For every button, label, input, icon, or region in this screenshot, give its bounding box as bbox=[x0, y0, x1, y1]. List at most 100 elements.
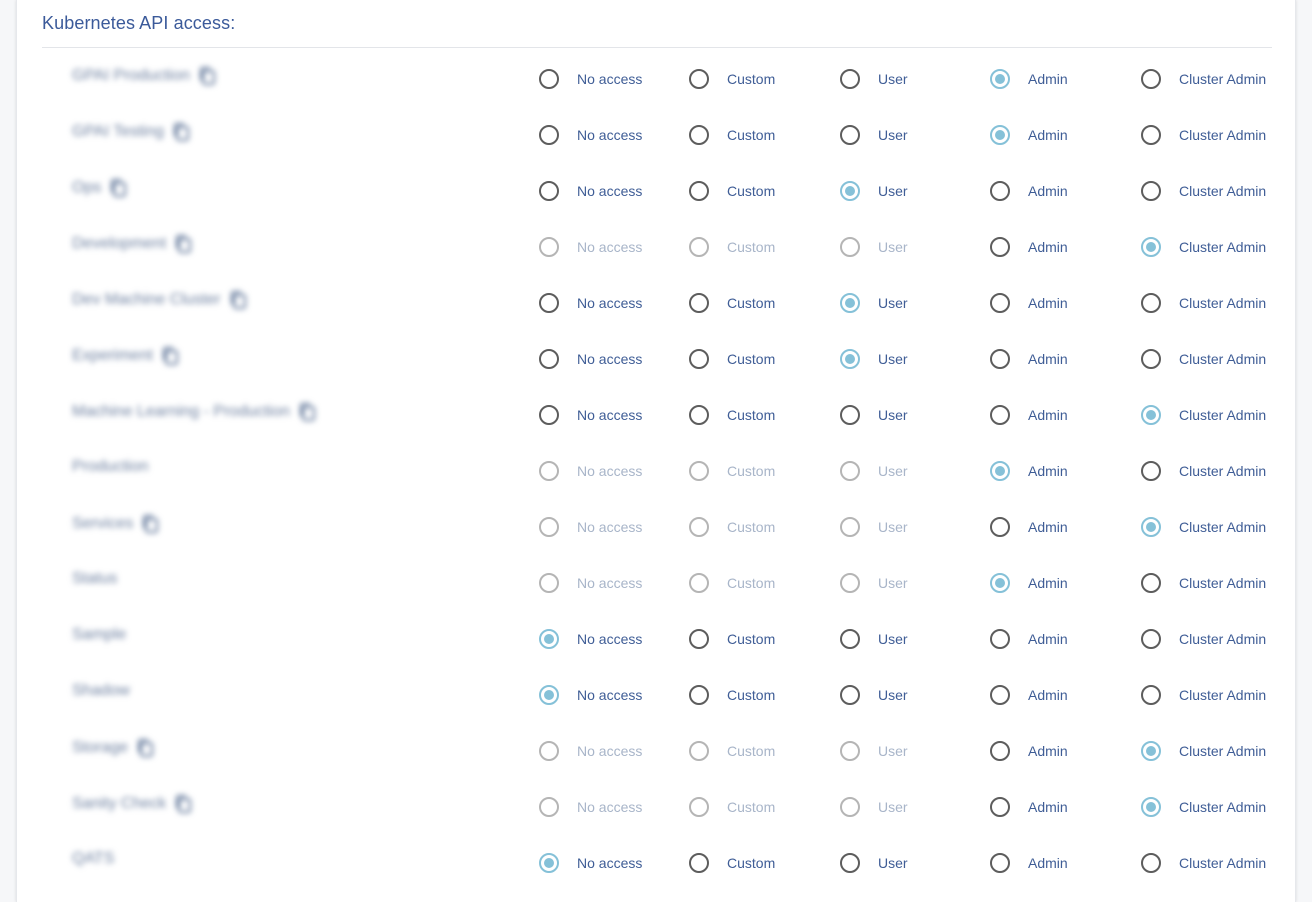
radio-option-no-access[interactable]: No access bbox=[539, 684, 642, 706]
radio-option-user[interactable]: User bbox=[840, 292, 908, 314]
radio-button-custom[interactable] bbox=[689, 125, 709, 145]
radio-button-admin[interactable] bbox=[990, 461, 1010, 481]
radio-option-cluster-admin[interactable]: Cluster Admin bbox=[1141, 796, 1266, 818]
radio-option-admin[interactable]: Admin bbox=[990, 236, 1068, 258]
radio-button-cluster-admin[interactable] bbox=[1141, 853, 1161, 873]
radio-option-user[interactable]: User bbox=[840, 628, 908, 650]
radio-button-cluster-admin[interactable] bbox=[1141, 349, 1161, 369]
radio-button-user[interactable] bbox=[840, 181, 860, 201]
radio-button-cluster-admin[interactable] bbox=[1141, 405, 1161, 425]
copy-icon[interactable] bbox=[174, 234, 192, 254]
radio-option-custom[interactable]: Custom bbox=[689, 180, 775, 202]
radio-option-no-access[interactable]: No access bbox=[539, 124, 642, 146]
radio-button-user[interactable] bbox=[840, 853, 860, 873]
radio-button-no-access[interactable] bbox=[539, 293, 559, 313]
radio-option-custom[interactable]: Custom bbox=[689, 684, 775, 706]
radio-option-no-access[interactable]: No access bbox=[539, 180, 642, 202]
radio-button-cluster-admin[interactable] bbox=[1141, 517, 1161, 537]
radio-option-admin[interactable]: Admin bbox=[990, 852, 1068, 874]
radio-option-no-access[interactable]: No access bbox=[539, 628, 642, 650]
radio-option-cluster-admin[interactable]: Cluster Admin bbox=[1141, 348, 1266, 370]
copy-icon[interactable] bbox=[174, 794, 192, 814]
radio-option-admin[interactable]: Admin bbox=[990, 180, 1068, 202]
radio-button-custom[interactable] bbox=[689, 853, 709, 873]
radio-button-custom[interactable] bbox=[689, 293, 709, 313]
radio-button-admin[interactable] bbox=[990, 853, 1010, 873]
radio-option-user[interactable]: User bbox=[840, 180, 908, 202]
radio-button-custom[interactable] bbox=[689, 629, 709, 649]
radio-button-cluster-admin[interactable] bbox=[1141, 125, 1161, 145]
radio-button-cluster-admin[interactable] bbox=[1141, 685, 1161, 705]
radio-option-cluster-admin[interactable]: Cluster Admin bbox=[1141, 516, 1266, 538]
copy-icon[interactable] bbox=[198, 66, 216, 86]
copy-icon[interactable] bbox=[172, 122, 190, 142]
radio-option-user[interactable]: User bbox=[840, 404, 908, 426]
radio-button-cluster-admin[interactable] bbox=[1141, 293, 1161, 313]
radio-button-user[interactable] bbox=[840, 125, 860, 145]
radio-option-cluster-admin[interactable]: Cluster Admin bbox=[1141, 628, 1266, 650]
radio-button-admin[interactable] bbox=[990, 125, 1010, 145]
radio-button-cluster-admin[interactable] bbox=[1141, 237, 1161, 257]
radio-button-no-access[interactable] bbox=[539, 349, 559, 369]
radio-option-admin[interactable]: Admin bbox=[990, 572, 1068, 594]
radio-option-custom[interactable]: Custom bbox=[689, 852, 775, 874]
radio-option-user[interactable]: User bbox=[840, 68, 908, 90]
radio-button-cluster-admin[interactable] bbox=[1141, 741, 1161, 761]
radio-option-cluster-admin[interactable]: Cluster Admin bbox=[1141, 684, 1266, 706]
radio-button-admin[interactable] bbox=[990, 797, 1010, 817]
radio-button-cluster-admin[interactable] bbox=[1141, 573, 1161, 593]
radio-option-user[interactable]: User bbox=[840, 348, 908, 370]
radio-button-admin[interactable] bbox=[990, 517, 1010, 537]
radio-option-custom[interactable]: Custom bbox=[689, 68, 775, 90]
radio-option-no-access[interactable]: No access bbox=[539, 68, 642, 90]
radio-option-admin[interactable]: Admin bbox=[990, 740, 1068, 762]
radio-button-admin[interactable] bbox=[990, 349, 1010, 369]
radio-button-no-access[interactable] bbox=[539, 69, 559, 89]
radio-button-custom[interactable] bbox=[689, 685, 709, 705]
radio-button-cluster-admin[interactable] bbox=[1141, 181, 1161, 201]
radio-option-cluster-admin[interactable]: Cluster Admin bbox=[1141, 124, 1266, 146]
radio-option-custom[interactable]: Custom bbox=[689, 348, 775, 370]
radio-button-no-access[interactable] bbox=[539, 405, 559, 425]
radio-option-admin[interactable]: Admin bbox=[990, 516, 1068, 538]
copy-icon[interactable] bbox=[136, 738, 154, 758]
radio-option-admin[interactable]: Admin bbox=[990, 292, 1068, 314]
copy-icon[interactable] bbox=[141, 514, 159, 534]
radio-option-cluster-admin[interactable]: Cluster Admin bbox=[1141, 852, 1266, 874]
radio-button-cluster-admin[interactable] bbox=[1141, 629, 1161, 649]
radio-option-admin[interactable]: Admin bbox=[990, 460, 1068, 482]
radio-button-no-access[interactable] bbox=[539, 629, 559, 649]
radio-button-user[interactable] bbox=[840, 293, 860, 313]
radio-option-admin[interactable]: Admin bbox=[990, 348, 1068, 370]
radio-option-admin[interactable]: Admin bbox=[990, 124, 1068, 146]
radio-button-admin[interactable] bbox=[990, 181, 1010, 201]
radio-option-custom[interactable]: Custom bbox=[689, 404, 775, 426]
radio-option-custom[interactable]: Custom bbox=[689, 292, 775, 314]
radio-button-custom[interactable] bbox=[689, 69, 709, 89]
radio-button-no-access[interactable] bbox=[539, 181, 559, 201]
radio-option-cluster-admin[interactable]: Cluster Admin bbox=[1141, 740, 1266, 762]
radio-option-cluster-admin[interactable]: Cluster Admin bbox=[1141, 292, 1266, 314]
radio-button-custom[interactable] bbox=[689, 349, 709, 369]
radio-button-admin[interactable] bbox=[990, 685, 1010, 705]
copy-icon[interactable] bbox=[298, 402, 316, 422]
radio-option-admin[interactable]: Admin bbox=[990, 684, 1068, 706]
radio-button-admin[interactable] bbox=[990, 741, 1010, 761]
radio-option-no-access[interactable]: No access bbox=[539, 852, 642, 874]
radio-button-user[interactable] bbox=[840, 69, 860, 89]
radio-option-user[interactable]: User bbox=[840, 124, 908, 146]
radio-option-no-access[interactable]: No access bbox=[539, 292, 642, 314]
radio-option-no-access[interactable]: No access bbox=[539, 348, 642, 370]
radio-button-cluster-admin[interactable] bbox=[1141, 69, 1161, 89]
radio-button-user[interactable] bbox=[840, 685, 860, 705]
radio-option-custom[interactable]: Custom bbox=[689, 628, 775, 650]
copy-icon[interactable] bbox=[229, 290, 247, 310]
radio-button-no-access[interactable] bbox=[539, 125, 559, 145]
radio-button-no-access[interactable] bbox=[539, 853, 559, 873]
radio-option-cluster-admin[interactable]: Cluster Admin bbox=[1141, 236, 1266, 258]
radio-option-admin[interactable]: Admin bbox=[990, 796, 1068, 818]
radio-button-admin[interactable] bbox=[990, 405, 1010, 425]
copy-icon[interactable] bbox=[109, 178, 127, 198]
radio-button-admin[interactable] bbox=[990, 237, 1010, 257]
radio-button-user[interactable] bbox=[840, 405, 860, 425]
